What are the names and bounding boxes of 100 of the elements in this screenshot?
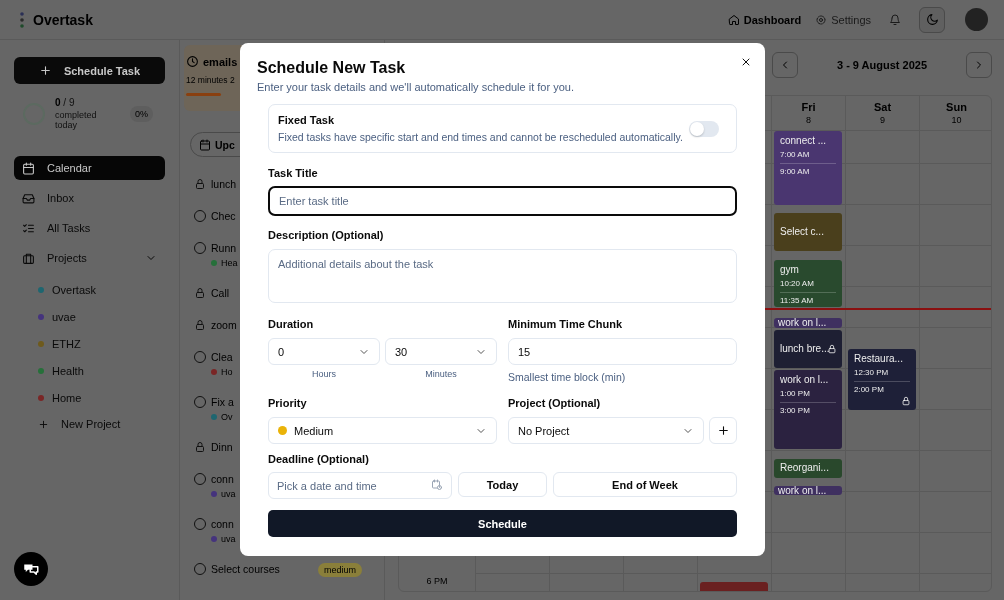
task-title[interactable]: Runn (211, 242, 238, 255)
min-chunk-input[interactable]: 15 (508, 338, 737, 365)
chat-button[interactable] (14, 552, 48, 586)
deadline-input[interactable]: Pick a date and time (268, 472, 452, 499)
task-title[interactable]: conn (211, 518, 236, 531)
calendar-icon (22, 161, 35, 175)
event-title: work on l... (778, 318, 827, 328)
projects-item[interactable]: Projects (14, 246, 165, 270)
field-label: Deadline (Optional) (268, 453, 370, 465)
nav-link[interactable]: Dashboard (727, 13, 802, 26)
calendar-event[interactable]: lunch bre... (774, 330, 842, 369)
event-start: 12:30 PM (854, 367, 890, 378)
user-avatar[interactable] (965, 8, 988, 31)
priority-dot (278, 426, 287, 435)
moon-icon (925, 13, 939, 26)
field-label: Priority (268, 397, 308, 409)
task-title[interactable]: lunch (211, 178, 237, 191)
nav-link[interactable]: Settings (815, 13, 871, 26)
task-title[interactable]: Select courses (211, 563, 280, 576)
project-item[interactable]: uvae (38, 303, 165, 330)
field-label: Task Title (268, 167, 319, 179)
duration-select[interactable]: 30 (385, 338, 497, 365)
gear-icon (815, 13, 828, 26)
schedule-button[interactable]: Schedule (268, 510, 737, 537)
field-label: Project (Optional) (508, 397, 602, 409)
close-icon (740, 56, 752, 68)
current-task-time: 12 minutes 2 (186, 75, 236, 85)
day-name: Sun (946, 101, 967, 113)
plus-icon (716, 424, 730, 437)
checklist-icon (22, 221, 35, 235)
task-title[interactable]: Chec (211, 210, 236, 223)
duration-caption: Minutes (424, 369, 458, 379)
calendar-event[interactable]: Select c... (774, 213, 842, 252)
event-end: 9:00 AM (780, 167, 811, 178)
clock-icon (186, 55, 199, 68)
description-input[interactable]: Additional details about the task (268, 249, 737, 303)
project-item[interactable]: Health (38, 357, 165, 384)
percent-badge: 0% (130, 105, 153, 122)
day-date: 8 (806, 115, 811, 125)
add-project-button[interactable] (709, 417, 737, 444)
calendar-event[interactable]: work on l... (774, 318, 842, 328)
event-title: connect ... (780, 135, 828, 148)
field-label: Description (Optional) (268, 229, 385, 241)
calendar-event[interactable]: connect ... 7:00 AM 9:00 AM (774, 131, 842, 205)
sidebar-item[interactable]: Calendar (14, 156, 165, 180)
current-task-title: emails (203, 55, 238, 68)
quick-date-button[interactable]: Today (458, 472, 547, 497)
calendar-event[interactable]: work on l... 1:00 PM 3:00 PM (774, 370, 842, 449)
task-project: Hea (221, 258, 238, 268)
event-title: work on l... (778, 485, 827, 496)
task-title[interactable]: Clea (211, 351, 233, 364)
priority-select[interactable]: Medium (268, 417, 497, 444)
week-range: 3 - 9 August 2025 (836, 58, 928, 71)
calendar-event[interactable]: gym 10:20 AM 11:35 AM (774, 259, 842, 308)
day-date: 9 (880, 115, 885, 125)
day-date: 10 (951, 115, 962, 125)
event-title: work on l... (780, 374, 830, 387)
calendar-icon (199, 138, 211, 151)
task-project: Ov (221, 412, 233, 422)
dialog-title: Schedule New Task (257, 58, 406, 78)
event-title: Select c... (780, 226, 824, 239)
task-title-input[interactable]: Enter task title (268, 186, 737, 216)
calendar-event[interactable]: Reorgani... (774, 459, 842, 478)
fixed-task-toggle[interactable] (689, 120, 719, 137)
task-project: uva (221, 534, 236, 544)
priority-badge: medium (318, 563, 362, 577)
task-title[interactable]: Fix a (211, 396, 234, 409)
notifications-button[interactable] (889, 13, 901, 26)
plus-icon (38, 418, 49, 430)
fixed-task-label: Fixed Task (278, 114, 336, 126)
project-item[interactable]: Overtask (38, 276, 165, 303)
schedule-task-button[interactable]: Schedule Task (14, 57, 165, 84)
event-end: 3:00 PM (780, 406, 811, 417)
quick-date-button[interactable]: End of Week (553, 472, 737, 497)
project-item[interactable]: ETHZ (38, 330, 165, 357)
calendar-event[interactable]: work on l... (774, 485, 842, 496)
theme-toggle-button[interactable] (919, 6, 945, 33)
task-title[interactable]: zoom (211, 319, 237, 332)
task-title[interactable]: conn (211, 473, 236, 486)
duration-select[interactable]: 0 (268, 338, 380, 365)
min-chunk-hint: Smallest time block (min) (508, 371, 627, 383)
sidebar-item[interactable]: Inbox (14, 186, 165, 210)
fixed-task-description: Fixed tasks have specific start and end times and cannot be rescheduled automatically. (278, 131, 683, 143)
calendar-event[interactable]: Restaura... 12:30 PM 2:00 PM (848, 348, 916, 410)
completed-count: 0 / 9 (55, 97, 76, 108)
task-title[interactable]: Dinn (211, 441, 233, 454)
project-item[interactable]: Home (38, 384, 165, 411)
event-start: 7:00 AM (780, 150, 811, 161)
time-label: 6 PM (425, 576, 449, 586)
calendar-clock-icon (431, 479, 443, 491)
day-name: Sat (873, 101, 892, 113)
event-title: gym (780, 263, 800, 276)
task-title[interactable]: Call (211, 287, 230, 300)
project-select[interactable]: No Project (508, 417, 704, 444)
event-start: 1:00 PM (780, 389, 811, 400)
task-project: uva (221, 489, 236, 499)
dialog-subtitle: Enter your task details and we'll automatically schedule it for you. (257, 81, 575, 93)
new-project-button[interactable]: New Project (38, 411, 165, 437)
field-label: Duration (268, 318, 315, 330)
sidebar-item[interactable]: All Tasks (14, 216, 165, 240)
